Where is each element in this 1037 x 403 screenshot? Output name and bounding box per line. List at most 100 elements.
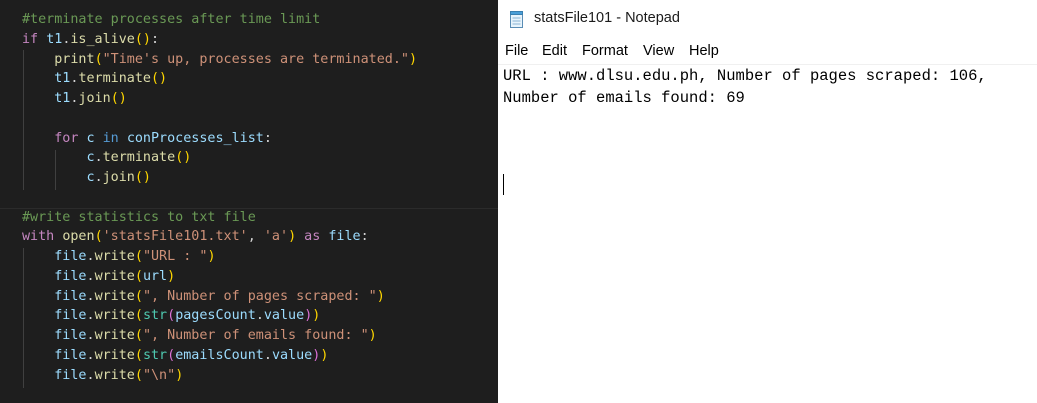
code-token: ( — [94, 229, 103, 245]
code-token: url — [142, 268, 168, 284]
code-editor[interactable]: #terminate processes after time limit if … — [0, 0, 498, 403]
code-token: with — [22, 229, 63, 245]
code-token: ) — [312, 308, 321, 324]
code-token: () — [175, 150, 192, 166]
code-token: #write statistics to txt file — [22, 209, 256, 225]
code-token: "\n" — [142, 367, 176, 383]
code-token: ( — [134, 308, 143, 324]
code-line: file.write("\n") — [22, 366, 183, 386]
code-token: ( — [134, 288, 143, 304]
text-line: Number of emails found: 69 — [503, 89, 745, 107]
code-token: 'statsFile101.txt' — [102, 229, 248, 245]
code-token: file — [54, 268, 87, 284]
menu-bar: File Edit Format View Help — [498, 40, 1037, 64]
code-token: file — [54, 328, 87, 343]
code-line: c.join() — [22, 168, 152, 188]
code-token: write — [94, 367, 135, 383]
text-caret — [503, 174, 504, 195]
code-line: file.write(str(emailsCount.value)) — [22, 346, 328, 366]
code-token: . — [86, 268, 95, 284]
code-token: as — [296, 229, 329, 245]
code-token: value — [263, 308, 305, 324]
notepad-window: statsFile101 - Notepad File Edit Format … — [498, 0, 1037, 403]
code-token: . — [86, 347, 95, 363]
code-line: file.write(url) — [22, 267, 175, 287]
code-token: pagesCount — [175, 308, 256, 324]
code-token: . — [86, 367, 95, 383]
code-token: file — [54, 347, 87, 363]
code-token: print — [54, 51, 95, 67]
code-token: write — [94, 328, 135, 343]
code-token: ( — [94, 51, 103, 67]
code-token: () — [134, 31, 151, 47]
code-token: emailsCount — [175, 347, 264, 363]
code-token: file — [54, 308, 87, 324]
code-token: file — [54, 249, 87, 264]
menu-help[interactable]: Help — [689, 43, 719, 59]
code-token: write — [94, 347, 135, 363]
code-token: ) — [408, 51, 418, 67]
code-token: ( — [134, 328, 143, 343]
code-token: write — [94, 288, 135, 304]
code-token: terminate — [102, 150, 176, 166]
code-line: file.write(str(pagesCount.value)) — [22, 306, 320, 326]
code-token: : — [360, 229, 369, 245]
code-token: t1 — [54, 91, 71, 106]
code-line: print("Time's up, processes are terminat… — [22, 50, 417, 70]
code-token: ( — [167, 347, 176, 363]
code-token: conProcesses_list — [126, 130, 264, 146]
code-token: ", Number of emails found: " — [142, 328, 369, 343]
code-token: if — [22, 31, 47, 47]
menu-edit[interactable]: Edit — [542, 43, 567, 59]
code-token: c — [86, 150, 95, 166]
code-token: : — [151, 31, 160, 47]
code-token: . — [94, 170, 103, 185]
code-line: for c in conProcesses_list: — [22, 129, 272, 149]
window-title: statsFile101 - Notepad — [534, 10, 680, 26]
code-token: join — [102, 170, 135, 185]
menu-format[interactable]: Format — [582, 43, 628, 59]
code-token: . — [86, 288, 95, 304]
menu-file[interactable]: File — [505, 43, 528, 59]
code-token: () — [134, 170, 151, 185]
code-line: #write statistics to txt file — [22, 208, 256, 228]
title-bar[interactable]: statsFile101 - Notepad — [498, 0, 1037, 40]
code-line: file.write(", Number of pages scraped: "… — [22, 287, 385, 307]
code-token: ( — [134, 347, 143, 363]
code-token: ) — [376, 288, 385, 304]
code-line: c.terminate() — [22, 148, 192, 168]
code-line: file.write("URL : ") — [22, 247, 215, 267]
code-token: c — [86, 130, 95, 146]
text-area[interactable]: URL : www.dlsu.edu.ph, Number of pages s… — [498, 65, 1037, 403]
code-token: is_alive — [70, 31, 135, 47]
code-token: in — [94, 130, 127, 146]
code-token: ", Number of pages scraped: " — [142, 288, 377, 304]
code-token: file — [54, 288, 87, 304]
code-token: ( — [167, 308, 176, 324]
code-token: file — [54, 367, 87, 383]
code-token: ( — [134, 268, 143, 284]
code-token: ) — [320, 347, 329, 363]
menu-view[interactable]: View — [643, 43, 674, 59]
code-token: file — [328, 229, 361, 245]
code-token: : — [263, 130, 272, 146]
code-token: . — [86, 328, 95, 343]
code-token: open — [62, 229, 95, 245]
code-token: , — [247, 229, 264, 245]
code-token: write — [94, 308, 135, 324]
code-token: "Time's up, processes are terminated." — [102, 51, 409, 67]
code-line: with open('statsFile101.txt', 'a') as fi… — [22, 227, 369, 247]
code-token: . — [263, 347, 272, 363]
code-token: ) — [167, 268, 176, 284]
code-token: "URL : " — [142, 249, 208, 264]
code-token: () — [151, 71, 168, 87]
